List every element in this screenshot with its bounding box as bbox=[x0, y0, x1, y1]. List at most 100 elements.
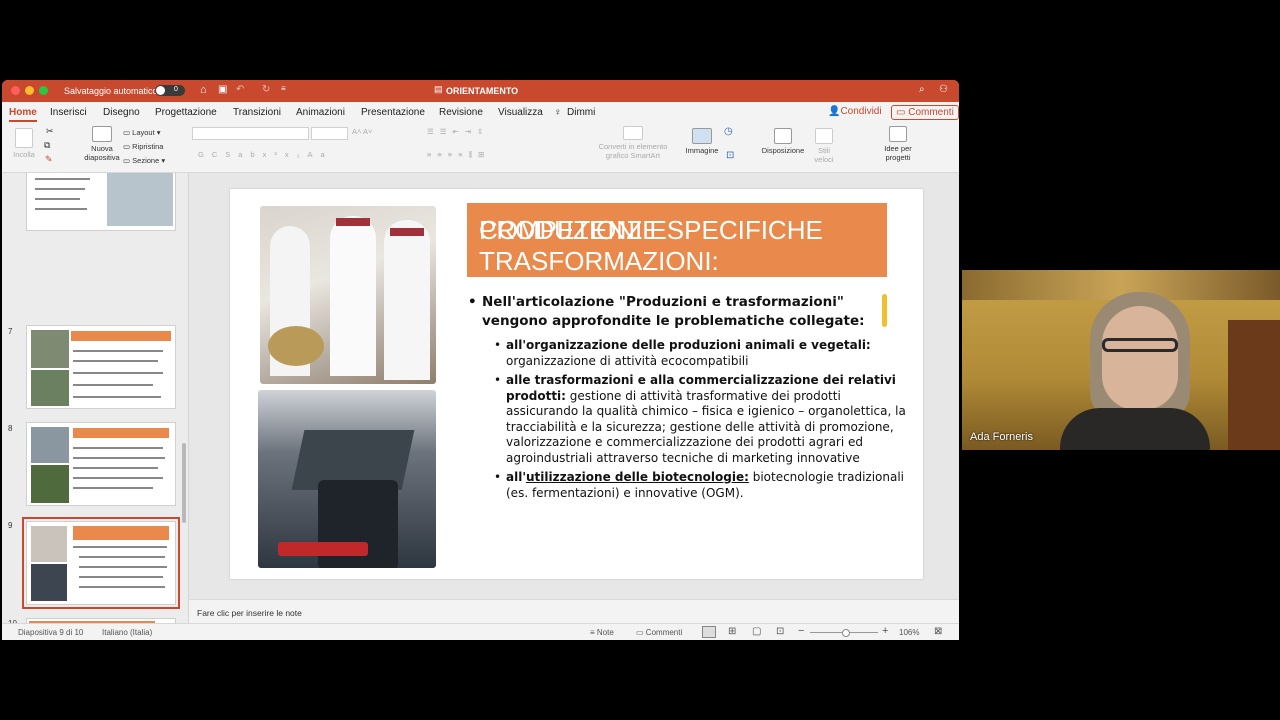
quick-styles-icon bbox=[815, 128, 833, 144]
arrange-icon bbox=[774, 128, 792, 144]
sub-bullet-1: • all'organizzazione delle produzioni ani… bbox=[494, 338, 871, 368]
layout-button[interactable]: ▭ Layout ▾ bbox=[123, 126, 165, 140]
commenti-toggle[interactable]: ▭ Commenti bbox=[636, 628, 682, 637]
smartart-icon bbox=[623, 126, 643, 140]
copy-icon[interactable]: ⧉ bbox=[44, 140, 50, 151]
search-icon[interactable]: ⌕ bbox=[919, 84, 925, 95]
font-family-dropdown[interactable] bbox=[192, 127, 309, 140]
slide-editor: PRODUZIONI E TRASFORMAZIONI: COMPETENZE S… bbox=[189, 173, 959, 599]
condividi-button[interactable]: 👤Condividi bbox=[828, 106, 882, 117]
participant-face bbox=[1102, 306, 1178, 410]
slideshow-icon[interactable]: ⊡ bbox=[776, 626, 784, 637]
slide-thumbnail-8[interactable] bbox=[26, 422, 176, 506]
close-window-button[interactable] bbox=[11, 86, 20, 95]
slide-title[interactable]: PRODUZIONI E TRASFORMAZIONI: COMPETENZE S… bbox=[467, 203, 887, 277]
format-painter-icon[interactable]: ✎ bbox=[45, 154, 53, 165]
fit-slide-icon[interactable]: ⊠ bbox=[934, 626, 942, 637]
undo-icon[interactable]: ↶ bbox=[236, 84, 244, 95]
title-bar: Salvataggio automatico 0 ⌂ ▣ ↶ ↻ ≡ ▤ ORI… bbox=[2, 80, 959, 102]
ribbon-toolbar: Incolla ✂ ⧉ ✎ Nuova diapositiva ▭ Layout … bbox=[2, 122, 959, 173]
note-toggle[interactable]: ≡ Note bbox=[590, 628, 614, 637]
slide-thumbnail-6[interactable] bbox=[26, 173, 176, 231]
slide-counter: Diapositiva 9 di 10 bbox=[18, 628, 84, 637]
increase-font-icon[interactable]: A˄ A˅ bbox=[352, 127, 372, 136]
students-lab-photo bbox=[260, 206, 436, 384]
tab-disegno[interactable]: Disegno bbox=[103, 107, 140, 118]
sezione-button[interactable]: ▭ Sezione ▾ bbox=[123, 154, 165, 168]
new-slide-icon bbox=[92, 126, 112, 142]
font-size-dropdown[interactable] bbox=[311, 127, 348, 140]
participant-video-tile: Ada Forneris bbox=[962, 270, 1280, 450]
autosave-toggle[interactable]: 0 bbox=[155, 85, 185, 96]
normal-view-button[interactable] bbox=[702, 626, 716, 638]
tab-animazioni[interactable]: Animazioni bbox=[296, 107, 345, 118]
comments-icon: ▭ bbox=[636, 628, 644, 637]
slide-thumbnails-panel: 7 8 9 bbox=[2, 173, 189, 623]
document-icon: ▤ bbox=[434, 84, 443, 94]
current-slide[interactable]: PRODUZIONI E TRASFORMAZIONI: COMPETENZE S… bbox=[230, 189, 923, 579]
powerpoint-window: Salvataggio automatico 0 ⌂ ▣ ↶ ↻ ≡ ▤ ORI… bbox=[2, 80, 959, 640]
share-icon: 👤 bbox=[828, 106, 841, 117]
redo-icon[interactable]: ↻ bbox=[262, 84, 270, 95]
align-buttons[interactable]: ≡≡≡≡⫼⊞ bbox=[427, 150, 490, 160]
save-icon[interactable]: ▣ bbox=[218, 84, 227, 95]
disposizione-button[interactable]: Disposizione bbox=[759, 128, 807, 155]
clipboard-icon bbox=[15, 128, 33, 148]
students-processing-photo bbox=[258, 390, 436, 568]
slide-thumbnail-9-selected[interactable] bbox=[22, 517, 180, 609]
notes-icon: ≡ bbox=[590, 628, 595, 637]
sub-bullet-2: • alle trasformazioni e alla commercializ… bbox=[494, 373, 906, 465]
participant-name: Ada Forneris bbox=[970, 431, 1033, 443]
customize-toolbar-icon[interactable]: ≡ bbox=[281, 84, 286, 93]
zoom-in-icon[interactable]: + bbox=[882, 625, 888, 637]
commenti-button[interactable]: ▭ Commenti bbox=[891, 105, 959, 120]
tab-visualizza[interactable]: Visualizza bbox=[498, 107, 543, 118]
zoom-slider[interactable] bbox=[810, 629, 878, 637]
tab-revisione[interactable]: Revisione bbox=[439, 107, 483, 118]
smartart-button[interactable]: Converti in elemento grafico SmartArt bbox=[594, 126, 672, 160]
list-buttons[interactable]: ☰☰⇤⇥⇳ bbox=[427, 127, 489, 136]
zoom-level[interactable]: 106% bbox=[899, 628, 919, 637]
zoom-out-icon[interactable]: − bbox=[798, 625, 804, 637]
reading-view-icon[interactable]: ▢ bbox=[752, 626, 761, 637]
text-format-buttons[interactable]: GCSabx²x₂Aa bbox=[198, 150, 333, 159]
main-bullet: Nell'articolazione "Produzioni e trasfor… bbox=[468, 293, 908, 331]
tab-dimmi[interactable]: Dimmi bbox=[567, 107, 595, 118]
idee-per-progetti-button[interactable]: Idee per progetti bbox=[878, 126, 918, 162]
cut-icon[interactable]: ✂ bbox=[46, 126, 54, 137]
language-indicator[interactable]: Italiano (Italia) bbox=[102, 628, 152, 637]
slide-sorter-icon[interactable]: ⊞ bbox=[728, 626, 736, 637]
incolla-button[interactable]: Incolla bbox=[10, 128, 38, 159]
ripristina-button[interactable]: ▭ Ripristina bbox=[123, 140, 165, 154]
slide-thumbnail-7[interactable] bbox=[26, 325, 176, 409]
nuova-diapositiva-button[interactable]: Nuova diapositiva bbox=[82, 126, 122, 162]
tab-presentazione[interactable]: Presentazione bbox=[361, 107, 425, 118]
tab-transizioni[interactable]: Transizioni bbox=[233, 107, 281, 118]
notes-pane[interactable]: Fare clic per inserire le note bbox=[189, 599, 959, 624]
tab-inserisci[interactable]: Inserisci bbox=[50, 107, 87, 118]
immagine-button[interactable]: Immagine bbox=[682, 128, 722, 155]
slide-layout-group: ▭ Layout ▾ ▭ Ripristina ▭ Sezione ▾ bbox=[123, 126, 165, 168]
share-person-icon[interactable]: ⚇ bbox=[939, 84, 948, 95]
textbox-icon[interactable]: ⊡ bbox=[726, 150, 734, 161]
tab-home[interactable]: Home bbox=[9, 107, 37, 122]
status-bar: Diapositiva 9 di 10 Italiano (Italia) ≡ … bbox=[2, 623, 959, 640]
tab-progettazione[interactable]: Progettazione bbox=[155, 107, 217, 118]
sub-bullet-3: • all'utilizzazione delle biotecnologie: … bbox=[494, 470, 904, 500]
doorway bbox=[1228, 320, 1280, 450]
minimize-window-button[interactable] bbox=[25, 86, 34, 95]
stili-veloci-button[interactable]: Stili veloci bbox=[810, 128, 838, 164]
shapes-icon[interactable]: ◷ bbox=[724, 126, 733, 137]
home-icon[interactable]: ⌂ bbox=[200, 84, 207, 96]
glasses bbox=[1102, 338, 1178, 352]
zoom-window-button[interactable] bbox=[39, 86, 48, 95]
thumbnail-number-7: 7 bbox=[8, 327, 13, 336]
participant-shoulders bbox=[1060, 408, 1210, 450]
notes-placeholder: Fare clic per inserire le note bbox=[197, 608, 302, 618]
autosave-label: Salvataggio automatico bbox=[64, 86, 158, 96]
comment-icon: ▭ bbox=[896, 107, 906, 118]
slide-body[interactable]: Nell'articolazione "Produzioni e trasfor… bbox=[468, 293, 908, 501]
ribbon-tab-bar: Home Inserisci Disegno Progettazione Tra… bbox=[2, 102, 959, 122]
thumbnails-scrollbar[interactable] bbox=[182, 443, 186, 523]
thumbnail-number-8: 8 bbox=[8, 424, 13, 433]
